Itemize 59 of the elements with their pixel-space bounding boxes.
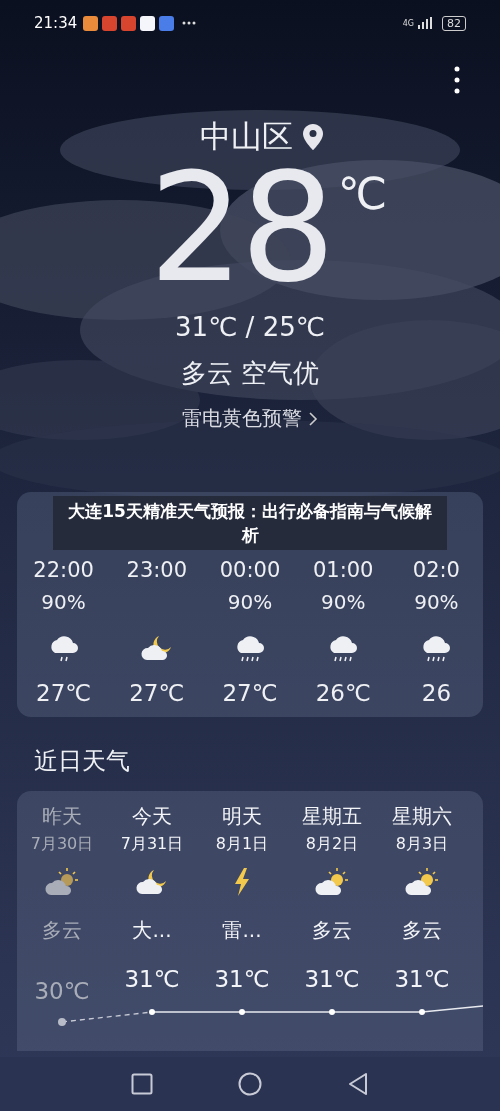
hour-time: 02:0 — [412, 558, 460, 584]
day-condition: 雷... — [222, 917, 262, 944]
hour-temperature: 27℃ — [36, 680, 92, 706]
day-name: 今天 — [132, 803, 172, 830]
recent-apps-icon[interactable] — [131, 1073, 153, 1095]
temperature-unit: ℃ — [337, 168, 388, 219]
hour-time: 22:00 — [33, 558, 94, 584]
day-date: 7月31日 — [120, 834, 184, 855]
battery-level: 82 — [442, 15, 466, 31]
day-condition: 多云 — [312, 917, 352, 944]
hour-temperature: 27℃ — [222, 680, 278, 706]
hour-time: 01:00 — [312, 558, 374, 584]
menu-icon[interactable] — [454, 66, 460, 94]
weather-condition: 多云 空气优 — [179, 357, 321, 390]
hour-temperature: 26 — [421, 680, 452, 706]
precipitation-chance: 90% — [41, 590, 86, 616]
day-name: 明天 — [222, 803, 262, 830]
day-name: 星期五 — [302, 803, 362, 830]
sun-cloud-icon — [45, 867, 79, 897]
day-name: 星期六 — [392, 803, 452, 830]
current-temperature: 28 — [148, 158, 332, 298]
back-icon[interactable] — [347, 1072, 369, 1096]
sun-cloud-icon — [315, 867, 349, 897]
day-condition: 多云 — [42, 917, 82, 944]
sun-cloud-icon — [405, 867, 439, 897]
day-high-temperature: 30℃ — [33, 978, 91, 1004]
article-title-banner: 大连15天精准天气预报：出行必备指南与气候解析 — [53, 496, 447, 550]
day-date: 8月3日 — [395, 834, 449, 855]
more-notifications-icon — [182, 21, 197, 25]
network-type: 4G — [402, 18, 414, 28]
chevron-right-icon — [308, 410, 318, 427]
home-icon[interactable] — [238, 1072, 262, 1096]
location-pin-icon — [302, 124, 323, 150]
weather-alert-link[interactable]: 雷电黄色预警 — [182, 405, 318, 432]
signal-icon — [418, 17, 432, 29]
section-title: 近日天气 — [34, 746, 131, 777]
precipitation-chance: 90% — [414, 590, 459, 616]
day-condition: 大... — [132, 917, 172, 944]
temperature-range: 31℃ / 25℃ — [174, 312, 326, 342]
hour-temperature: 26℃ — [315, 680, 371, 706]
status-time: 21:34 — [34, 14, 78, 32]
hour-temperature: 27℃ — [129, 680, 185, 706]
day-high-temperature: 31℃ — [213, 966, 271, 994]
hour-time: 00:00 — [219, 558, 281, 584]
moon-cloud-icon — [140, 634, 173, 662]
day-date: 8月1日 — [215, 834, 269, 855]
lightning-icon — [234, 868, 250, 896]
day-name: 昨天 — [42, 803, 82, 830]
moon-cloud-icon — [136, 868, 168, 896]
day-date: 8月2日 — [305, 834, 359, 855]
day-high-temperature: 31℃ — [393, 966, 451, 994]
hour-time: 23:00 — [126, 558, 188, 584]
day-date: 7月30日 — [30, 834, 94, 855]
day-condition: 多云 — [402, 917, 442, 944]
precipitation-chance: 90% — [320, 590, 366, 616]
precipitation-chance: 90% — [227, 590, 273, 616]
city-name: 中山区 — [199, 117, 293, 156]
day-high-temperature: 31℃ — [303, 966, 361, 994]
day-high-temperature: 31℃ — [123, 966, 181, 994]
